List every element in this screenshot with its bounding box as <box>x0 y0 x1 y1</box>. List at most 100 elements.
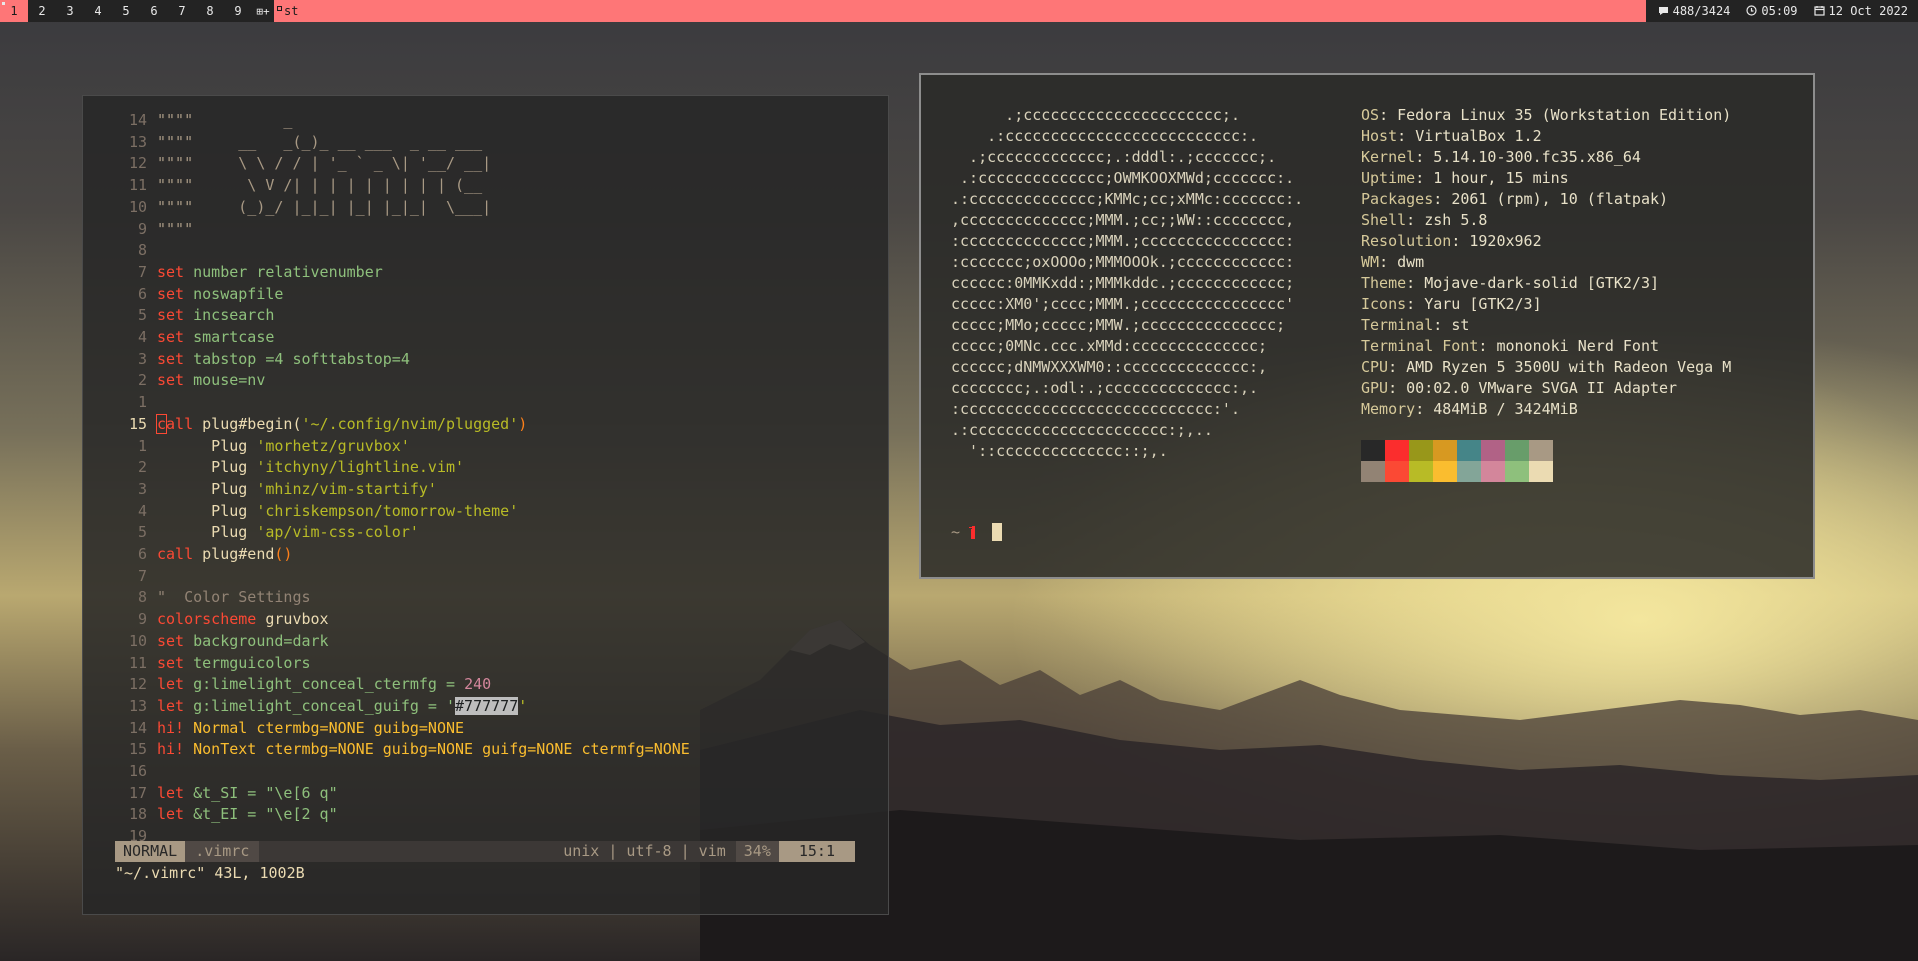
keyword: set <box>157 306 185 325</box>
vim-line: 2 Plug 'itchyny/lightline.vim' <box>83 457 464 478</box>
info-sep: : <box>1388 379 1407 397</box>
line-number: 12 <box>128 675 147 694</box>
info-sep: : <box>1433 316 1452 334</box>
info-row: CPU: AMD Ryzen 5 3500U with Radeon Vega … <box>1361 357 1731 378</box>
vim-line: 1 Plug 'morhetz/gruvbox' <box>83 436 410 457</box>
palette-swatch <box>1361 461 1385 482</box>
info-row: Packages: 2061 (rpm), 10 (flatpak) <box>1361 189 1731 210</box>
line-number: 5 <box>137 523 147 542</box>
layout-indicator[interactable]: ⊞+ <box>252 0 274 22</box>
info-key: Theme <box>1361 274 1407 292</box>
palette-swatch <box>1481 461 1505 482</box>
line-text: """" <box>157 219 194 238</box>
neofetch-info: OS: Fedora Linux 35 (Workstation Edition… <box>1361 105 1731 420</box>
vim-cmdline[interactable]: "~/.vimrc" 43L, 1002B <box>115 864 305 882</box>
tag-2[interactable]: 2 <box>28 0 56 22</box>
tag-label: 2 <box>38 4 46 18</box>
vim-filename: .vimrc <box>185 841 260 862</box>
info-key: OS <box>1361 106 1380 124</box>
line-number: 2 <box>137 458 147 477</box>
info-row: Memory: 484MiB / 3424MiB <box>1361 399 1731 420</box>
vim-line: 9 """" <box>83 219 193 240</box>
cursor-cell: c <box>155 413 168 434</box>
paren: ) <box>518 414 528 433</box>
line-rest: plug#begin( <box>193 414 302 433</box>
info-key: Icons <box>1361 295 1407 313</box>
tag-1[interactable]: 1 <box>0 0 28 22</box>
tag-3[interactable]: 3 <box>56 0 84 22</box>
info-row: Resolution: 1920x962 <box>1361 231 1731 252</box>
vim-line: 7 set number relativenumber <box>83 262 383 283</box>
vim-line: 10 """" (_)_/ |_|_| |_| |_|_| \___| <box>83 197 491 218</box>
status-area: 488/3424 05:09 12 Oct 2022 <box>1645 0 1918 22</box>
shell-prompt[interactable]: ~ <box>951 523 1003 541</box>
calendar-icon <box>1813 6 1825 16</box>
line-number: 5 <box>137 306 147 325</box>
line-text: """" \ V /| | | | | | | | | (__ <box>157 176 483 195</box>
info-row: Uptime: 1 hour, 15 mins <box>1361 168 1731 189</box>
line-number: 6 <box>137 284 147 303</box>
line-number: 1 <box>137 436 147 455</box>
line-rest: &t_EI = "\e[2 q" <box>184 805 338 824</box>
plug-command: Plug <box>157 436 257 455</box>
palette-swatch <box>1505 461 1529 482</box>
info-row: Shell: zsh 5.8 <box>1361 210 1731 231</box>
terminal-window[interactable]: .;cccccccccccccccccccccc;. .:ccccccccccc… <box>919 73 1815 579</box>
string-literal: 'mhinz/vim-startify' <box>256 479 437 498</box>
palette-swatch <box>1385 440 1409 461</box>
keyword: let <box>157 696 185 715</box>
date-status: 12 Oct 2022 <box>1813 4 1908 18</box>
info-key: Host <box>1361 127 1398 145</box>
line-number: 11 <box>128 653 147 672</box>
line-number: 18 <box>128 805 147 824</box>
quote: ' <box>518 696 528 715</box>
tag-9[interactable]: 9 <box>224 0 252 22</box>
line-text: """" \ \ / / | '_ ` _ \| '__/ __| <box>157 154 492 173</box>
info-value: VirtualBox 1.2 <box>1415 127 1542 145</box>
vim-line: 6 set noswapfile <box>83 284 283 305</box>
palette-swatch <box>1529 440 1553 461</box>
line-number: 7 <box>137 262 147 281</box>
vim-line: 13 let g:limelight_conceal_guifg = '#7777… <box>83 696 527 717</box>
highlight-args: Normal ctermbg=NONE guibg=NONE <box>184 718 465 737</box>
tag-6[interactable]: 6 <box>140 0 168 22</box>
plug-command: Plug <box>157 458 257 477</box>
line-number: 9 <box>137 219 147 238</box>
tag-8[interactable]: 8 <box>196 0 224 22</box>
info-sep: : <box>1415 400 1434 418</box>
line-number: 1 <box>137 393 147 412</box>
line-rest: number relativenumber <box>184 262 383 281</box>
vim-line: 16 <box>83 761 157 782</box>
info-value: 484MiB / 3424MiB <box>1433 400 1578 418</box>
keyword: hi! <box>157 718 185 737</box>
vim-line: 5 Plug 'ap/vim-css-color' <box>83 522 419 543</box>
prompt-directory: ~ <box>951 523 961 541</box>
tag-label: 6 <box>150 4 158 18</box>
vim-window[interactable]: 14 """" _ 13 """" __ _(_)_ __ ___ _ __ ___ 1… <box>82 95 889 915</box>
line-number: 3 <box>137 479 147 498</box>
info-row: Host: VirtualBox 1.2 <box>1361 126 1731 147</box>
tag-occupied-indicator <box>2 2 5 5</box>
string-literal: 'itchyny/lightline.vim' <box>256 458 465 477</box>
tag-4[interactable]: 4 <box>84 0 112 22</box>
palette-swatch <box>1481 440 1505 461</box>
info-sep: : <box>1415 169 1434 187</box>
plug-command: Plug <box>157 479 257 498</box>
line-rest: &t_SI = "\e[6 q" <box>184 783 338 802</box>
vim-line: 8 <box>83 240 157 261</box>
palette-swatch <box>1529 461 1553 482</box>
tag-5[interactable]: 5 <box>112 0 140 22</box>
vim-line: 15 call plug#begin('~/.config/nvim/plugge… <box>83 413 528 435</box>
info-sep: : <box>1433 190 1452 208</box>
line-rest: gruvbox <box>256 610 329 629</box>
vim-line: 6 call plug#end() <box>83 544 293 565</box>
info-sep: : <box>1451 232 1470 250</box>
line-number: 7 <box>137 566 147 585</box>
vim-line: 11 """" \ V /| | | | | | | | | (__ <box>83 175 482 196</box>
line-number: 14 <box>128 111 147 129</box>
tag-7[interactable]: 7 <box>168 0 196 22</box>
info-value: Mojave-dark-solid [GTK2/3] <box>1424 274 1660 292</box>
vim-line: 11 set termguicolors <box>83 653 311 674</box>
line-rest: g:limelight_conceal_ctermfg = <box>184 675 465 694</box>
line-rest: smartcase <box>184 328 275 346</box>
